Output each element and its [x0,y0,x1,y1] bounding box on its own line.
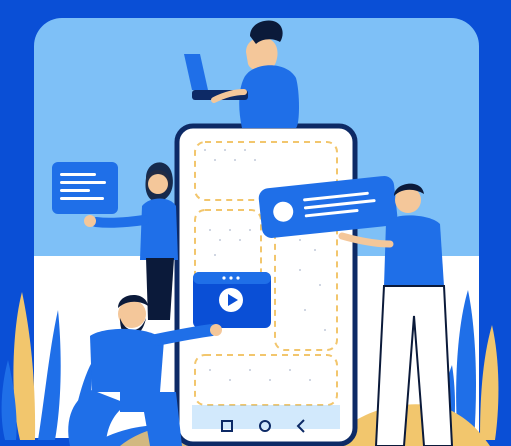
standing-top [384,215,444,286]
illustration-stage [0,0,511,446]
woman-top [140,198,178,260]
laptop-person-body [239,65,299,128]
phone-speckle [192,405,340,429]
text-card [52,162,118,214]
illustration [0,0,511,446]
woman-face [148,174,168,194]
woman-arm [91,215,149,228]
woman-legs [146,258,174,320]
video-dots [222,276,240,280]
kneeling-hand [210,324,222,336]
video-card [193,272,271,328]
woman-hand [84,215,96,227]
text-card-bg [52,162,118,214]
